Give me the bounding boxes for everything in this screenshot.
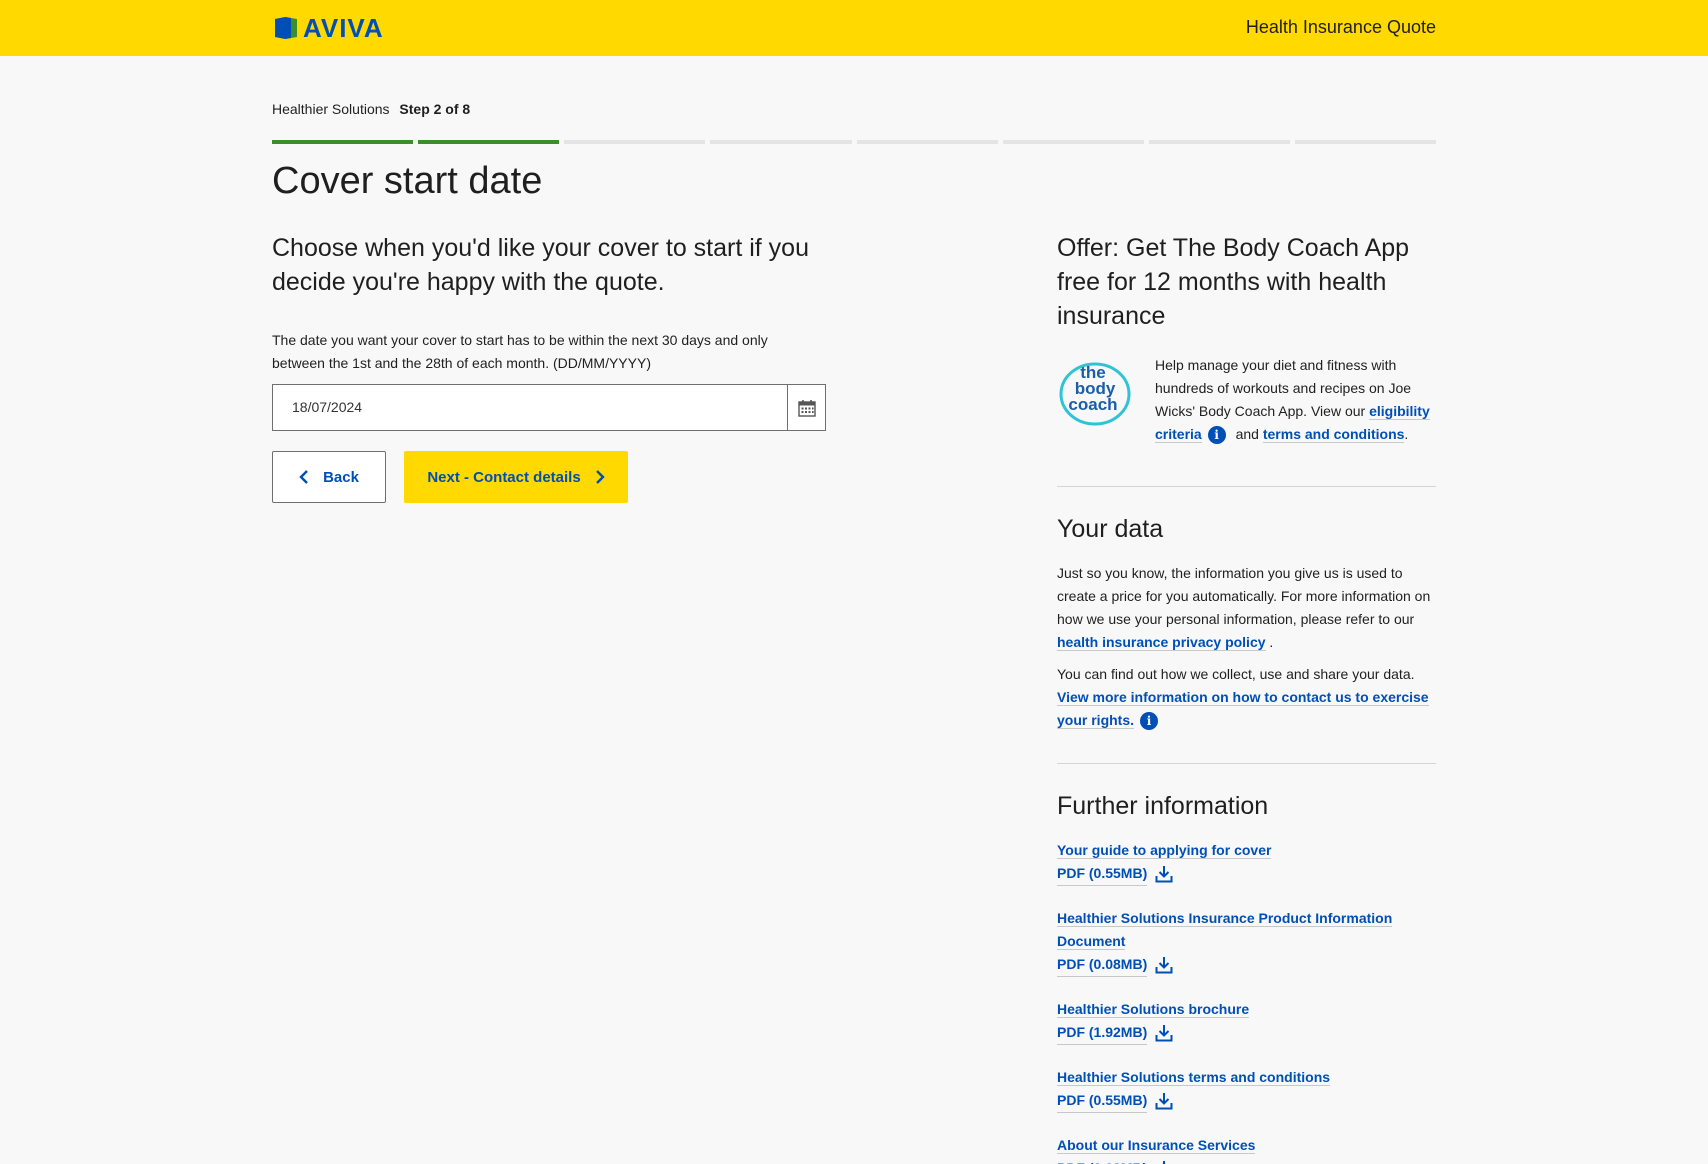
progress-segment xyxy=(418,140,560,144)
date-value[interactable]: 18/07/2024 xyxy=(273,385,787,430)
page-title: Cover start date xyxy=(272,160,543,202)
header-title: Health Insurance Quote xyxy=(1245,17,1436,37)
your-data-text: Just so you know, the information you gi… xyxy=(1057,565,1431,627)
progress-segment xyxy=(1148,140,1290,144)
date-hint: The date you want your cover to start ha… xyxy=(272,332,768,371)
sidebar: Offer: Get The Body Coach App free for 1… xyxy=(1057,231,1436,1164)
download-icon[interactable] xyxy=(1155,865,1173,883)
divider xyxy=(1057,763,1436,764)
progress-bar xyxy=(272,140,1436,144)
aviva-logo-mark-icon xyxy=(275,17,297,39)
body-coach-logo: the body coach xyxy=(1059,362,1131,426)
document-download-link[interactable]: PDF (0.55MB) xyxy=(1057,1089,1148,1113)
document-link[interactable]: Healthier Solutions brochure xyxy=(1057,1001,1250,1018)
breadcrumb-product: Healthier Solutions xyxy=(272,101,390,117)
document-list: Your guide to applying for cover PDF (0.5… xyxy=(1057,839,1436,1164)
progress-segment xyxy=(1294,140,1436,144)
download-icon[interactable] xyxy=(1155,1092,1173,1110)
download-icon[interactable] xyxy=(1155,956,1173,974)
next-button-label: Next - Contact details xyxy=(427,468,581,486)
aviva-logo[interactable]: AVIVA xyxy=(275,15,384,41)
calendar-icon xyxy=(797,399,816,417)
your-data-para1: Just so you know, the information you gi… xyxy=(1057,562,1436,654)
cover-start-date-input[interactable]: 18/07/2024 xyxy=(272,384,826,431)
progress-segment xyxy=(564,140,706,144)
further-info-title: Further information xyxy=(1057,792,1269,820)
your-data-title: Your data xyxy=(1057,515,1164,543)
terms-conditions-link[interactable]: terms and conditions xyxy=(1262,426,1405,443)
svg-text:coach: coach xyxy=(1068,395,1117,414)
your-data-para2: You can find out how we collect, use and… xyxy=(1057,666,1415,682)
download-icon[interactable] xyxy=(1155,1160,1173,1164)
next-button[interactable]: Next - Contact details xyxy=(404,451,628,503)
aviva-logo-text: AVIVA xyxy=(303,13,384,43)
info-icon[interactable]: i xyxy=(1140,712,1159,731)
progress-segment xyxy=(710,140,852,144)
your-data-text-end: . xyxy=(1265,634,1274,650)
document-item: About our Insurance Services PDF (0.08MB) xyxy=(1057,1134,1436,1164)
document-link[interactable]: Healthier Solutions Insurance Product In… xyxy=(1057,910,1393,950)
breadcrumb-step: Step 2 of 8 xyxy=(399,101,471,117)
progress-segment xyxy=(856,140,998,144)
document-link[interactable]: Healthier Solutions terms and conditions xyxy=(1057,1069,1331,1086)
progress-segment xyxy=(1002,140,1144,144)
progress-segment xyxy=(272,140,414,144)
offer-title: Offer: Get The Body Coach App free for 1… xyxy=(1057,234,1410,330)
back-button[interactable]: Back xyxy=(272,451,386,503)
document-item: Healthier Solutions Insurance Product In… xyxy=(1057,907,1436,977)
document-download-link[interactable]: PDF (0.08MB) xyxy=(1057,1157,1147,1164)
calendar-button[interactable] xyxy=(787,385,825,430)
offer-body: the body coach Help manage your diet and… xyxy=(1057,354,1436,446)
document-item: Your guide to applying for cover PDF (0.5… xyxy=(1057,839,1436,886)
offer-and-text: and xyxy=(1231,426,1263,442)
document-download-link[interactable]: PDF (1.92MB) xyxy=(1057,1021,1148,1045)
document-link[interactable]: Your guide to applying for cover xyxy=(1057,842,1272,859)
chevron-right-icon xyxy=(595,470,605,484)
site-header: AVIVA Health Insurance Quote xyxy=(0,0,1708,56)
divider xyxy=(1057,486,1436,487)
privacy-policy-link[interactable]: health insurance privacy policy xyxy=(1057,634,1266,651)
document-item: Healthier Solutions terms and conditions… xyxy=(1057,1066,1436,1113)
breadcrumb: Healthier Solutions Step 2 of 8 xyxy=(272,101,470,117)
download-icon[interactable] xyxy=(1155,1024,1173,1042)
your-rights-row: View more information on how to contact … xyxy=(1057,686,1436,732)
question-lede: Choose when you'd like your cover to sta… xyxy=(272,234,809,296)
chevron-left-icon xyxy=(299,470,308,484)
document-download-link[interactable]: PDF (0.08MB) xyxy=(1057,953,1148,977)
your-rights-link[interactable]: View more information on how to contact … xyxy=(1057,689,1429,729)
back-button-label: Back xyxy=(323,468,359,486)
info-icon[interactable]: i xyxy=(1207,426,1226,445)
document-item: Healthier Solutions brochure PDF (1.92MB) xyxy=(1057,998,1436,1045)
offer-end: . xyxy=(1404,426,1409,442)
document-link[interactable]: About our Insurance Services xyxy=(1057,1137,1256,1154)
document-download-link[interactable]: PDF (0.55MB) xyxy=(1057,862,1148,886)
offer-text: Help manage your diet and fitness with h… xyxy=(1155,354,1436,446)
